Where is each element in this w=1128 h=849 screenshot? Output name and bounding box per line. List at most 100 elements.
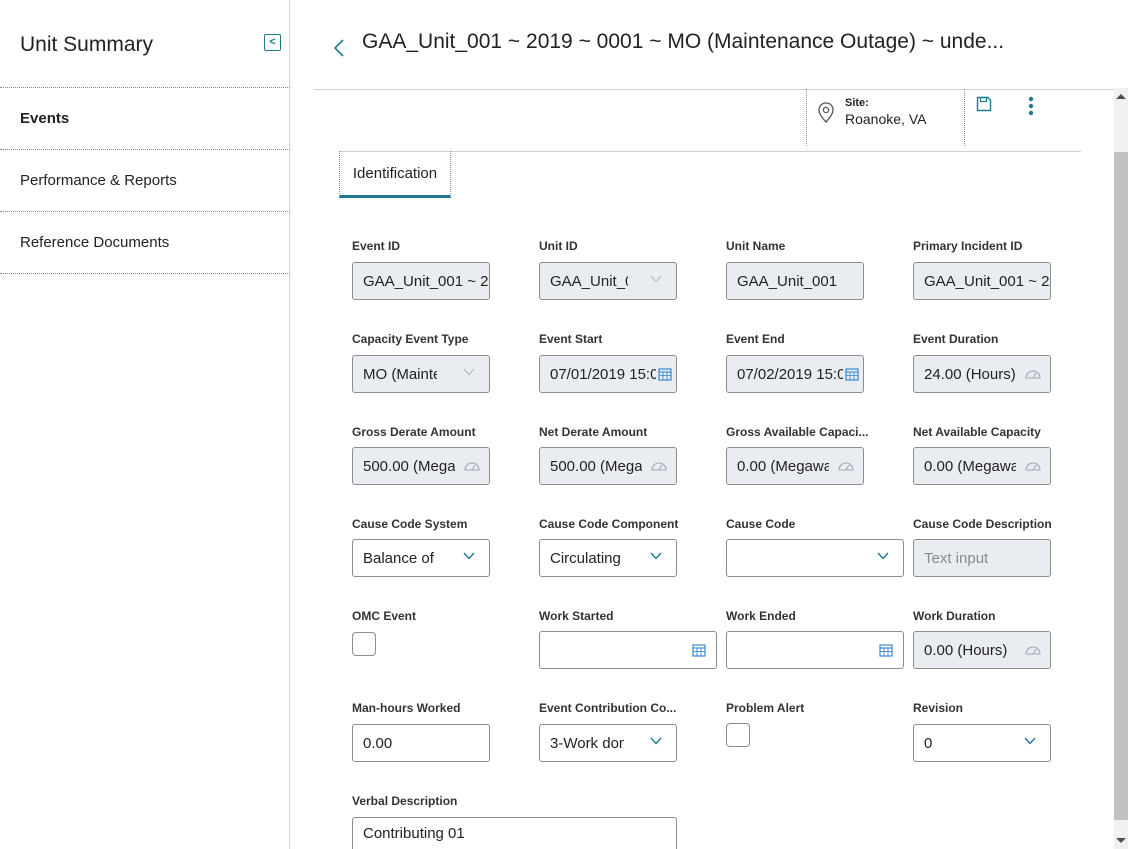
event-end-datepicker[interactable]: 07/02/2019 15:07:36: [726, 355, 864, 393]
toolbar-divider: [314, 89, 1114, 90]
cause-code-select[interactable]: [726, 539, 904, 577]
calendar-icon[interactable]: [879, 643, 893, 657]
event-id-field[interactable]: GAA_Unit_001 ~ 2: [352, 262, 490, 300]
net-available-capacity-field[interactable]: 0.00 (Megawatts): [913, 447, 1051, 485]
event-end-value: 07/02/2019 15:07:36: [737, 365, 843, 383]
net-derate-amount-label: Net Derate Amount: [539, 425, 648, 439]
man-hours-worked-value: 0.00: [363, 734, 393, 752]
collapse-sidebar-icon[interactable]: <: [264, 34, 281, 51]
gauge-icon: [1016, 356, 1050, 392]
gross-derate-amount-value: 500.00 (Megawatts): [363, 457, 455, 475]
sidebar-item-performance-reports[interactable]: Performance & Reports: [0, 150, 290, 212]
unit-id-value: GAA_Unit_001: [550, 272, 628, 290]
event-contribution-code-select[interactable]: 3-Work done: [539, 724, 677, 762]
gauge-icon: [829, 448, 863, 484]
verbal-description-value: Contributing 01: [363, 825, 465, 842]
primary-incident-id-field[interactable]: GAA_Unit_001 ~ 2: [913, 262, 1051, 300]
cause-code-label: Cause Code: [726, 517, 796, 531]
chevron-left-icon[interactable]: [333, 38, 345, 58]
cause-code-component-value: Circulating Water: [550, 549, 624, 567]
cause-code-system-value: Balance of Plant: [363, 549, 437, 567]
cause-code-component-select[interactable]: Circulating Water: [539, 539, 677, 577]
cause-code-description-field[interactable]: Text input: [913, 539, 1051, 577]
net-derate-amount-field[interactable]: 500.00 (Megawatts): [539, 447, 677, 485]
site-value: Roanoke, VA: [845, 111, 927, 127]
revision-value: 0: [924, 734, 933, 752]
site-info: Site: Roanoke, VA: [806, 89, 965, 146]
chevron-down-icon: [650, 552, 662, 560]
unit-id-label: Unit ID: [539, 239, 578, 253]
revision-select[interactable]: 0: [913, 724, 1051, 762]
event-contribution-code-label: Event Contribution Co...: [539, 701, 677, 715]
chevron-down-icon: [463, 368, 475, 376]
scrollbar-thumb[interactable]: [1114, 152, 1128, 820]
event-end-label: Event End: [726, 332, 785, 346]
cause-code-system-select[interactable]: Balance of Plant: [352, 539, 490, 577]
capacity-event-type-select[interactable]: MO (Maintenance Outage): [352, 355, 490, 393]
gross-available-capacity-label: Gross Available Capaci...: [726, 425, 869, 439]
scroll-up-arrow-icon[interactable]: [1116, 94, 1126, 99]
sidebar-header: Unit Summary <: [0, 0, 290, 88]
page-title: GAA_Unit_001 ~ 2019 ~ 0001 ~ MO (Mainten…: [362, 30, 1005, 53]
event-contribution-code-value: 3-Work done: [550, 734, 624, 752]
unit-name-value: GAA_Unit_001: [737, 272, 838, 290]
event-id-label: Event ID: [352, 239, 401, 253]
verbal-description-input[interactable]: Contributing 01: [352, 817, 677, 849]
cause-code-component-label: Cause Code Component: [539, 517, 679, 531]
man-hours-worked-label: Man-hours Worked: [352, 701, 461, 715]
omc-event-checkbox[interactable]: [352, 632, 376, 656]
gross-available-capacity-field[interactable]: 0.00 (Megawatts): [726, 447, 864, 485]
gross-derate-amount-label: Gross Derate Amount: [352, 425, 476, 439]
work-ended-datepicker[interactable]: [726, 631, 904, 669]
chevron-down-icon: [463, 552, 475, 560]
revision-label: Revision: [913, 701, 964, 715]
cause-code-system-label: Cause Code System: [352, 517, 468, 531]
net-derate-amount-value: 500.00 (Megawatts): [550, 457, 642, 475]
net-available-capacity-value: 0.00 (Megawatts): [924, 457, 1016, 475]
omc-event-label: OMC Event: [352, 609, 417, 623]
work-duration-value: 0.00 (Hours): [924, 641, 1008, 659]
event-id-value: GAA_Unit_001 ~ 2: [363, 272, 489, 290]
sidebar-item-reference-documents[interactable]: Reference Documents: [0, 212, 290, 274]
gross-available-capacity-value: 0.00 (Megawatts): [737, 457, 829, 475]
gross-derate-amount-field[interactable]: 500.00 (Megawatts): [352, 447, 490, 485]
save-icon[interactable]: [976, 96, 992, 112]
man-hours-worked-input[interactable]: 0.00: [352, 724, 490, 762]
calendar-icon[interactable]: [658, 367, 672, 381]
location-pin-icon: [818, 102, 834, 123]
tab-identification[interactable]: Identification: [339, 151, 451, 198]
work-ended-label: Work Ended: [726, 609, 796, 623]
event-start-datepicker[interactable]: 07/01/2019 15:07:33: [539, 355, 677, 393]
chevron-down-icon: [877, 552, 889, 560]
gauge-icon: [455, 448, 489, 484]
calendar-icon[interactable]: [845, 367, 859, 381]
problem-alert-checkbox[interactable]: [726, 723, 750, 747]
unit-name-label: Unit Name: [726, 239, 786, 253]
cause-code-description-placeholder: Text input: [924, 549, 989, 567]
sidebar-title: Unit Summary: [20, 33, 154, 56]
kebab-menu-icon[interactable]: [1028, 96, 1034, 116]
work-started-label: Work Started: [539, 609, 614, 623]
verbal-description-label: Verbal Description: [352, 794, 458, 808]
event-duration-label: Event Duration: [913, 332, 999, 346]
sidebar-item-events[interactable]: Events: [0, 88, 290, 150]
unit-name-field[interactable]: GAA_Unit_001: [726, 262, 864, 300]
capacity-event-type-value: MO (Maintenance Outage): [363, 365, 437, 383]
event-start-value: 07/01/2019 15:07:33: [550, 365, 656, 383]
unit-id-select[interactable]: GAA_Unit_001: [539, 262, 677, 300]
event-duration-value: 24.00 (Hours): [924, 365, 1016, 383]
event-duration-field[interactable]: 24.00 (Hours): [913, 355, 1051, 393]
net-available-capacity-label: Net Available Capacity: [913, 425, 1041, 439]
event-start-label: Event Start: [539, 332, 603, 346]
scroll-down-arrow-icon[interactable]: [1116, 838, 1126, 843]
chevron-down-icon: [650, 737, 662, 745]
calendar-icon[interactable]: [692, 643, 706, 657]
problem-alert-label: Problem Alert: [726, 701, 805, 715]
sidebar: Unit Summary < Events Performance & Repo…: [0, 0, 290, 849]
chevron-down-icon: [1024, 737, 1036, 745]
work-started-datepicker[interactable]: [539, 631, 717, 669]
site-label: Site:: [845, 97, 869, 109]
chevron-down-icon: [650, 275, 662, 283]
gauge-icon: [1016, 632, 1050, 668]
work-duration-field[interactable]: 0.00 (Hours): [913, 631, 1051, 669]
